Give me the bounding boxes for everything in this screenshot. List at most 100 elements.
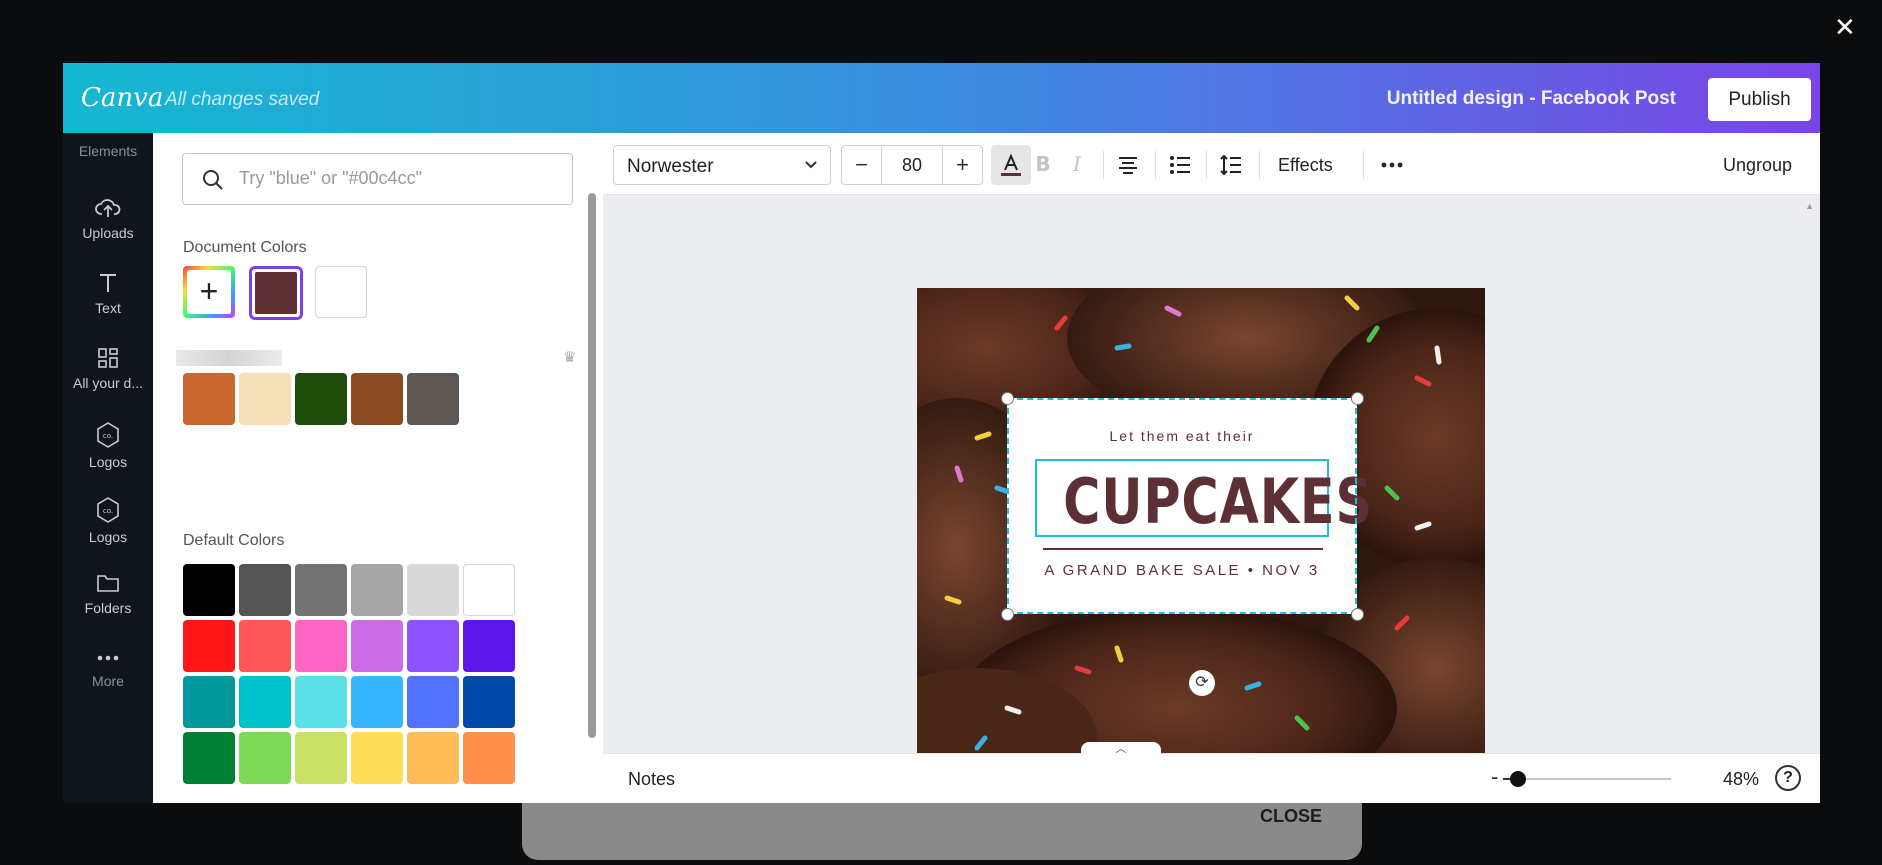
default-color-swatch[interactable] (463, 620, 515, 672)
default-color-swatch[interactable] (239, 564, 291, 616)
default-color-swatch[interactable] (407, 732, 459, 784)
text-toolbar: Norwester − 80 + B I Effects Ungroup (603, 133, 1820, 195)
brand-color-swatch[interactable] (351, 373, 403, 425)
italic-button[interactable]: I (1057, 145, 1097, 185)
logo-hexagon-icon: co. (97, 422, 119, 448)
font-name: Norwester (627, 156, 714, 177)
default-color-swatch[interactable] (183, 732, 235, 784)
help-button[interactable]: ? (1775, 765, 1801, 791)
default-color-swatch[interactable] (351, 620, 403, 672)
default-color-swatch[interactable] (295, 564, 347, 616)
sidebar-item-elements[interactable]: Elements (63, 133, 153, 163)
resize-handle-bottom-left[interactable] (1001, 608, 1014, 621)
sidebar-item-label: All your d... (72, 375, 144, 391)
folder-icon (97, 575, 119, 592)
document-color-swatch-selected[interactable] (249, 266, 303, 320)
default-color-swatch[interactable] (183, 676, 235, 728)
default-color-swatch[interactable] (239, 620, 291, 672)
brand-color-swatch[interactable] (407, 373, 459, 425)
chevron-up-icon[interactable]: ︿ (1081, 742, 1161, 756)
group-selection-outline (1007, 398, 1357, 614)
design-title[interactable]: Untitled design - Facebook Post (1387, 88, 1676, 110)
canva-logo[interactable]: Canva (81, 83, 163, 113)
default-color-swatch[interactable] (239, 676, 291, 728)
toolbar-divider (1103, 151, 1104, 179)
top-bar: Canva All changes saved Untitled design … (63, 63, 1820, 133)
more-options-button[interactable] (1372, 145, 1412, 185)
sidebar-item-uploads[interactable]: Uploads (63, 196, 153, 241)
zoom-slider[interactable] (1503, 771, 1671, 787)
sidebar-item-folders[interactable]: Folders (63, 571, 153, 616)
ungroup-button[interactable]: Ungroup (1723, 155, 1792, 176)
brand-color-swatch[interactable] (183, 373, 235, 425)
default-color-swatch[interactable] (239, 732, 291, 784)
default-color-swatch[interactable] (183, 620, 235, 672)
svg-text:I: I (1072, 153, 1082, 175)
sidebar-item-logos-2[interactable]: co. Logos (63, 496, 153, 545)
default-color-swatch[interactable] (295, 620, 347, 672)
zoom-percentage[interactable]: 48% (1723, 769, 1759, 790)
sidebar-item-logos[interactable]: co. Logos (63, 421, 153, 470)
default-color-swatch[interactable] (351, 676, 403, 728)
default-color-swatch[interactable] (295, 732, 347, 784)
brand-color-swatch[interactable] (239, 373, 291, 425)
resize-handle-top-left[interactable] (1001, 392, 1014, 405)
add-color-button[interactable]: + (183, 266, 235, 318)
scroll-up-arrow[interactable]: ▲ (1805, 201, 1814, 211)
rotate-handle-icon[interactable]: ⟳ (1189, 670, 1215, 696)
default-colors-label: Default Colors (183, 532, 285, 549)
resize-handle-bottom-right[interactable] (1351, 608, 1364, 621)
font-size-increase-button[interactable]: + (942, 146, 982, 184)
zoom-slider-handle[interactable] (1510, 771, 1527, 787)
sidebar-item-all-your-designs[interactable]: All your d... (63, 346, 153, 391)
toolbar-divider (1206, 151, 1207, 179)
brand-color-swatch[interactable] (295, 373, 347, 425)
default-color-swatch[interactable] (407, 564, 459, 616)
default-color-swatch[interactable] (407, 676, 459, 728)
spacing-button[interactable] (1211, 145, 1251, 185)
default-color-swatch[interactable] (295, 676, 347, 728)
default-color-swatch[interactable] (463, 732, 515, 784)
canvas-area[interactable]: ▲ ▼ ◀ ▶ (603, 195, 1820, 803)
panel-scrollbar[interactable] (588, 193, 596, 738)
sidebar-item-label: Folders (84, 600, 132, 616)
zoom-out-button[interactable]: - (1491, 764, 1498, 790)
svg-text:B: B (1035, 153, 1050, 175)
sidebar-item-label: Uploads (82, 225, 134, 241)
swatch-fill (255, 272, 297, 314)
notes-button[interactable]: Notes (628, 769, 675, 790)
bottom-bar: ︿ Notes - 48% ? (603, 742, 1820, 803)
effects-button[interactable]: Effects (1278, 155, 1333, 176)
font-size-input[interactable]: 80 (882, 146, 942, 184)
default-color-swatch[interactable] (463, 676, 515, 728)
logo-hexagon-icon: co. (97, 497, 119, 523)
sidebar-item-text[interactable]: Text (63, 271, 153, 316)
document-colors-label: Document Colors (183, 239, 307, 256)
line-spacing-icon (1220, 154, 1241, 176)
sidebar-item-more[interactable]: More (63, 648, 153, 689)
svg-text:co.: co. (103, 432, 113, 440)
color-panel: Try "blue" or "#00c4cc" Document Colors … (153, 133, 603, 803)
document-color-swatch[interactable] (315, 266, 367, 318)
close-overlay-icon[interactable]: ✕ (1834, 14, 1856, 40)
font-family-dropdown[interactable]: Norwester (613, 145, 831, 185)
default-color-swatch[interactable] (463, 564, 515, 616)
grid-icon (98, 348, 118, 368)
resize-handle-top-right[interactable] (1351, 392, 1364, 405)
default-color-swatch[interactable] (407, 620, 459, 672)
bulleted-list-icon (1170, 156, 1190, 174)
default-color-swatch[interactable] (351, 732, 403, 784)
sidebar: Elements Uploads Text All your d... co. … (63, 133, 153, 803)
default-color-swatch[interactable] (351, 564, 403, 616)
toolbar-divider (1363, 151, 1364, 179)
more-horizontal-icon (1381, 162, 1403, 168)
publish-button[interactable]: Publish (1708, 78, 1811, 121)
chevron-down-icon (805, 161, 817, 169)
color-search-input[interactable]: Try "blue" or "#00c4cc" (182, 153, 573, 205)
design-page[interactable]: Let them eat their CUPCAKES A GRAND BAKE… (917, 288, 1485, 766)
font-size-decrease-button[interactable]: − (842, 146, 882, 184)
list-button[interactable] (1160, 145, 1200, 185)
default-color-swatch[interactable] (183, 564, 235, 616)
text-align-button[interactable] (1108, 145, 1148, 185)
background-close-button[interactable]: CLOSE (1260, 806, 1322, 827)
